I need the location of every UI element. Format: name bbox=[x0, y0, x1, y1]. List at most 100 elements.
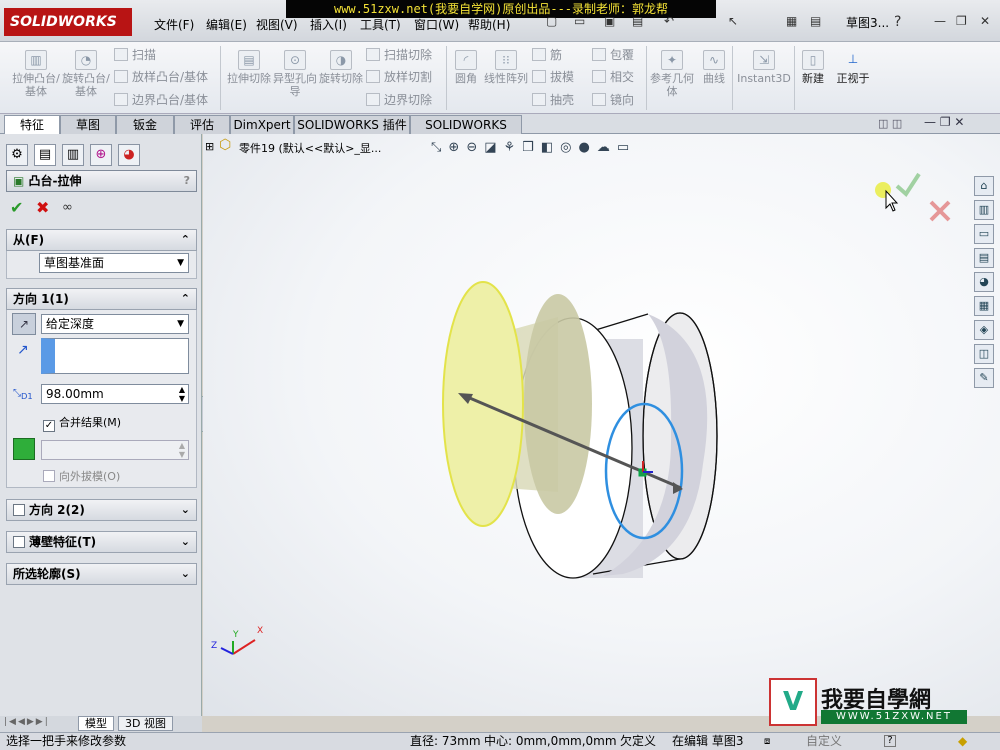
status-editing: 在编辑 草图3 bbox=[672, 734, 744, 748]
solidworks-forum-icon[interactable]: ◈ bbox=[974, 320, 994, 340]
restore-icon[interactable]: ❐ bbox=[956, 14, 967, 32]
tab-features[interactable]: 特征 bbox=[4, 115, 60, 134]
spin-arrows-icon[interactable]: ▲ ▼ bbox=[179, 385, 185, 403]
lofted-cut-button[interactable]: 放样切割 bbox=[366, 68, 432, 85]
tab-dimxpert[interactable]: DimXpert bbox=[230, 115, 294, 134]
design-library-icon[interactable]: ▥ bbox=[974, 200, 994, 220]
tab-mbd[interactable]: SOLIDWORKS MBD bbox=[410, 115, 522, 150]
reverse-direction-icon[interactable]: ↗ bbox=[12, 313, 36, 335]
wrap-button[interactable]: 包覆 bbox=[592, 46, 634, 63]
rib-button[interactable]: 筋 bbox=[532, 46, 562, 63]
reference-geometry-button[interactable]: ✦ 参考几何体 bbox=[650, 50, 694, 98]
status-help-icon[interactable]: ? bbox=[884, 735, 896, 747]
lofted-cut-icon bbox=[366, 70, 380, 83]
triad-x-axis bbox=[232, 639, 256, 655]
tab-addins[interactable]: SOLIDWORKS 插件 bbox=[294, 115, 410, 134]
sweep-button[interactable]: 扫描 bbox=[114, 46, 156, 63]
revolve-cut-button[interactable]: ◑ 旋转切除 bbox=[318, 50, 364, 85]
doc-window-controls-icon[interactable]: — ❐ ✕ bbox=[924, 115, 964, 129]
tab-model[interactable]: 模型 bbox=[78, 716, 114, 731]
ok-check-icon[interactable]: ✔ bbox=[10, 198, 23, 217]
menu-tools[interactable]: 工具(T) bbox=[360, 16, 401, 33]
menu-view[interactable]: 视图(V) bbox=[256, 16, 298, 33]
selected-contours-section-header[interactable]: 所选轮廓(S) ⌄ bbox=[6, 563, 197, 585]
search-view-icon[interactable]: ▤ bbox=[974, 248, 994, 268]
config-manager-icon[interactable]: ▥ bbox=[62, 144, 84, 166]
normal-to-button[interactable]: ⊥ 正视于 bbox=[832, 50, 874, 85]
new-button[interactable]: ▯ 新建 bbox=[798, 50, 828, 85]
boundary-cut-icon bbox=[366, 93, 380, 106]
extrude-cut-button[interactable]: ▤ 拉伸切除 bbox=[226, 50, 272, 85]
boundary-cut-button[interactable]: 边界切除 bbox=[366, 91, 432, 108]
appearances-icon[interactable]: ◕ bbox=[974, 272, 994, 292]
minimize-icon[interactable]: — bbox=[934, 14, 946, 32]
menu-help[interactable]: 帮助(H) bbox=[468, 16, 510, 33]
from-dropdown[interactable]: 草图基准面 bbox=[39, 253, 189, 273]
menu-window[interactable]: 窗口(W) bbox=[414, 16, 459, 33]
fillet-button[interactable]: ◜ 圆角 bbox=[450, 50, 482, 85]
direction1-section-header[interactable]: 方向 1(1) ⌃ bbox=[6, 288, 197, 310]
select-icon[interactable]: ↖ bbox=[728, 14, 738, 32]
linear-pattern-button[interactable]: ⁝⁝ 线性阵列 bbox=[484, 50, 528, 85]
feature-tree-icon[interactable]: ⚙ bbox=[6, 144, 28, 166]
draft-toggle-icon[interactable] bbox=[13, 438, 35, 460]
end-condition-dropdown[interactable]: 给定深度 bbox=[41, 314, 189, 334]
shell-button[interactable]: 抽壳 bbox=[532, 91, 574, 108]
palette-icon[interactable]: ◫ bbox=[974, 344, 994, 364]
extrude-boss-button[interactable]: ▥ 拉伸凸台/基体 bbox=[12, 50, 60, 98]
depth-input[interactable]: 98.00mm ▲ ▼ bbox=[41, 384, 189, 404]
status-units[interactable]: 自定义 bbox=[806, 733, 842, 750]
rib-icon bbox=[532, 48, 546, 61]
tab-sheet-metal[interactable]: 钣金 bbox=[116, 115, 174, 134]
graphics-area[interactable]: ⊞ ⬡ 零件19 (默认<<默认>_显... ⤡⊕⊖◪⚘❒◧◎●☁▭ X Y Z… bbox=[203, 134, 1000, 726]
file-explorer-icon[interactable]: ▭ bbox=[974, 224, 994, 244]
checkbox-checked-icon: ✓ bbox=[43, 420, 55, 432]
intersect-button[interactable]: 相交 bbox=[592, 68, 634, 85]
rebuild-icon[interactable]: ▦ bbox=[786, 14, 797, 32]
title-bar: SOLIDWORKS www.51zxw.net(我要自学网)原创出品---录制… bbox=[0, 0, 1000, 42]
menu-insert[interactable]: 插入(I) bbox=[310, 16, 347, 33]
status-bar: 选择一把手来修改参数 直径: 73mm 中心: 0mm,0mm,0mm 欠定义 … bbox=[0, 732, 1000, 750]
direction2-section-header[interactable]: 方向 2(2) ⌄ bbox=[6, 499, 197, 521]
mirror-button[interactable]: 镜向 bbox=[592, 91, 634, 108]
tab-3d-views[interactable]: 3D 视图 bbox=[118, 716, 173, 731]
status-tag-icon[interactable]: ◆ bbox=[958, 733, 967, 750]
undo-icon[interactable]: ↶ bbox=[664, 14, 674, 32]
cancel-x-icon[interactable]: ✖ bbox=[36, 198, 49, 217]
save-icon[interactable]: ▣ bbox=[604, 14, 615, 32]
new-doc-icon[interactable]: ▢ bbox=[546, 14, 557, 32]
ribbon-divider bbox=[220, 46, 221, 110]
toolbox-icon[interactable]: ✎ bbox=[974, 368, 994, 388]
close-icon[interactable]: ✕ bbox=[980, 14, 990, 32]
from-section-header[interactable]: 从(F) ⌃ bbox=[6, 229, 197, 251]
hole-wizard-button[interactable]: ⊙ 异型孔向导 bbox=[272, 50, 318, 98]
tab-sketch[interactable]: 草图 bbox=[60, 115, 116, 134]
help-button[interactable]: ? bbox=[184, 171, 190, 191]
boundary-boss-button[interactable]: 边界凸台/基体 bbox=[114, 91, 208, 108]
options-icon[interactable]: ▤ bbox=[810, 14, 821, 32]
swept-cut-button[interactable]: 扫描切除 bbox=[366, 46, 432, 63]
revolve-boss-button[interactable]: ◔ 旋转凸台/基体 bbox=[62, 50, 110, 98]
rebuild-status-icon[interactable]: ⧈ bbox=[764, 733, 770, 750]
property-manager-icon[interactable]: ▤ bbox=[34, 144, 56, 166]
menu-file[interactable]: 文件(F) bbox=[154, 16, 194, 33]
display-manager-icon[interactable]: ◕ bbox=[118, 144, 140, 166]
tab-evaluate[interactable]: 评估 bbox=[174, 115, 230, 134]
open-doc-icon[interactable]: ▭ bbox=[574, 14, 585, 32]
merge-result-checkbox[interactable]: ✓ 合并结果(M) bbox=[43, 414, 121, 432]
loft-button[interactable]: 放样凸台/基体 bbox=[114, 68, 208, 85]
custom-properties-icon[interactable]: ▦ bbox=[974, 296, 994, 316]
print-icon[interactable]: ▤ bbox=[632, 14, 643, 32]
instant3d-button[interactable]: ⇲ Instant3D bbox=[736, 50, 792, 85]
draft-button[interactable]: 拔模 bbox=[532, 68, 574, 85]
preview-glasses-icon[interactable]: ∞ bbox=[62, 200, 73, 215]
direction-vector-field[interactable] bbox=[41, 338, 189, 374]
dimxpert-icon[interactable]: ⊕ bbox=[90, 144, 112, 166]
curves-button[interactable]: ∿ 曲线 bbox=[698, 50, 730, 85]
thin-feature-section-header[interactable]: 薄壁特征(T) ⌄ bbox=[6, 531, 197, 553]
resources-home-icon[interactable]: ⌂ bbox=[974, 176, 994, 196]
panel-toggle-icon[interactable]: ◫ ◫ bbox=[878, 117, 902, 130]
help-icon[interactable]: ? bbox=[894, 14, 901, 32]
tab-scroll-arrows-icon[interactable]: |◀◀▶▶| bbox=[4, 717, 50, 727]
menu-edit[interactable]: 编辑(E) bbox=[206, 16, 247, 33]
